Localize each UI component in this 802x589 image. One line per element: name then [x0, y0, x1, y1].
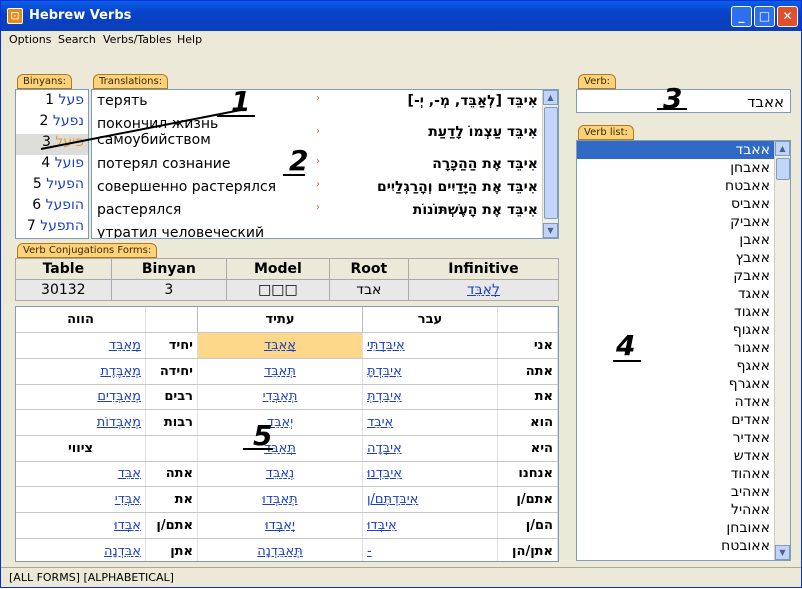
annotation-underline [243, 448, 273, 450]
annotation-number: 2 [289, 144, 309, 177]
annotation-underline [217, 115, 255, 117]
annotation-underline [613, 360, 641, 362]
annotation-number: 1 [231, 85, 251, 118]
annotation-number: 3 [663, 82, 683, 115]
annotation-underline [283, 174, 305, 176]
annotation-number: 4 [616, 329, 636, 362]
annotation-underline [657, 108, 687, 110]
app-window: ⊡ Hebrew Verbs _ □ ✕ Options Search Verb… [0, 0, 802, 588]
annotation-line [40, 108, 247, 150]
status-bar: [ALL FORMS] [ALPHABETICAL] [1, 567, 801, 587]
